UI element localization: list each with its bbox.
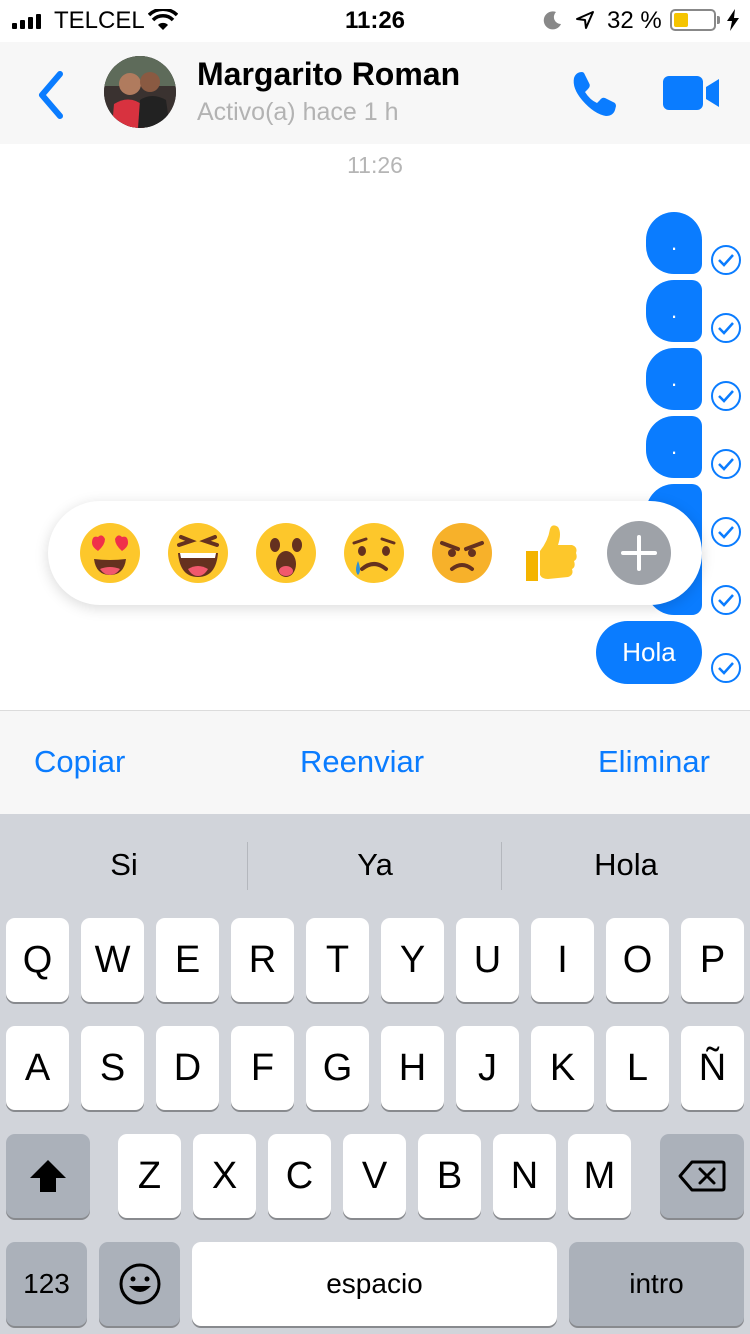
suggestion-1[interactable]: Si [0,847,248,883]
battery-percent: 32 % [607,7,662,34]
key-j[interactable]: J [456,1026,519,1110]
reaction-bar [48,501,702,605]
chevron-left-icon[interactable] [30,70,70,120]
phone-icon[interactable] [568,68,620,120]
numbers-key[interactable]: 123 [6,1242,87,1326]
key-u[interactable]: U [456,918,519,1002]
backspace-icon [678,1160,726,1192]
key-y[interactable]: Y [381,918,444,1002]
plus-icon[interactable] [607,521,671,585]
key-e[interactable]: E [156,918,219,1002]
shift-key[interactable] [6,1134,90,1218]
message-bubble[interactable]: . [646,212,702,274]
key-h[interactable]: H [381,1026,444,1110]
key-i[interactable]: I [531,918,594,1002]
message-bubble-hola[interactable]: Hola [596,621,702,684]
key-n-tilde[interactable]: Ñ [681,1026,744,1110]
space-key[interactable]: espacio [192,1242,557,1326]
key-x[interactable]: X [193,1134,256,1218]
key-l[interactable]: L [606,1026,669,1110]
key-g[interactable]: G [306,1026,369,1110]
emoji-key[interactable] [99,1242,180,1326]
angry-emoji-icon[interactable] [430,521,494,585]
key-s[interactable]: S [81,1026,144,1110]
activity-status: Activo(a) hace 1 h [197,98,399,126]
key-n[interactable]: N [493,1134,556,1218]
location-arrow-icon [576,11,594,29]
contact-name[interactable]: Margarito Roman [197,56,460,93]
laughing-emoji-icon[interactable] [166,521,230,585]
key-c[interactable]: C [268,1134,331,1218]
key-d[interactable]: D [156,1026,219,1110]
keyboard: Si Ya Hola Q W E R T Y U I O P A S D F G… [0,814,750,1334]
delete-button[interactable]: Eliminar [598,744,710,780]
key-z[interactable]: Z [118,1134,181,1218]
key-t[interactable]: T [306,918,369,1002]
thumbs-up-emoji-icon[interactable] [518,521,582,585]
key-q[interactable]: Q [6,918,69,1002]
read-check-icon [711,449,741,479]
heart-eyes-emoji-icon[interactable] [78,521,142,585]
avatar[interactable] [104,56,176,128]
read-check-icon [711,245,741,275]
key-m[interactable]: M [568,1134,631,1218]
read-check-icon [711,517,741,547]
smiley-icon [119,1263,160,1305]
shift-arrow-icon [30,1160,66,1192]
key-p[interactable]: P [681,918,744,1002]
return-key[interactable]: intro [569,1242,744,1326]
message-bubble[interactable]: . [646,280,702,342]
status-bar: TELCEL 11:26 32 % [0,0,750,42]
key-f[interactable]: F [231,1026,294,1110]
battery-icon [670,9,720,31]
key-b[interactable]: B [418,1134,481,1218]
key-o[interactable]: O [606,918,669,1002]
suggestion-2[interactable]: Ya [248,847,502,883]
crying-emoji-icon[interactable] [342,521,406,585]
read-check-icon [711,653,741,683]
copy-button[interactable]: Copiar [34,744,125,780]
message-bubble[interactable]: . [646,416,702,478]
key-a[interactable]: A [6,1026,69,1110]
read-check-icon [711,381,741,411]
message-actions-bar: Copiar Reenviar Eliminar [0,710,750,815]
forward-button[interactable]: Reenviar [300,744,424,780]
key-w[interactable]: W [81,918,144,1002]
read-check-icon [711,313,741,343]
key-v[interactable]: V [343,1134,406,1218]
suggestion-3[interactable]: Hola [502,847,750,883]
message-bubble[interactable]: . [646,348,702,410]
charging-bolt-icon [727,9,739,31]
video-camera-icon[interactable] [663,75,721,111]
message-timestamp: 11:26 [347,152,403,178]
moon-icon [543,11,561,30]
key-k[interactable]: K [531,1026,594,1110]
key-r[interactable]: R [231,918,294,1002]
read-check-icon [711,585,741,615]
surprised-emoji-icon[interactable] [254,521,318,585]
backspace-key[interactable] [660,1134,744,1218]
